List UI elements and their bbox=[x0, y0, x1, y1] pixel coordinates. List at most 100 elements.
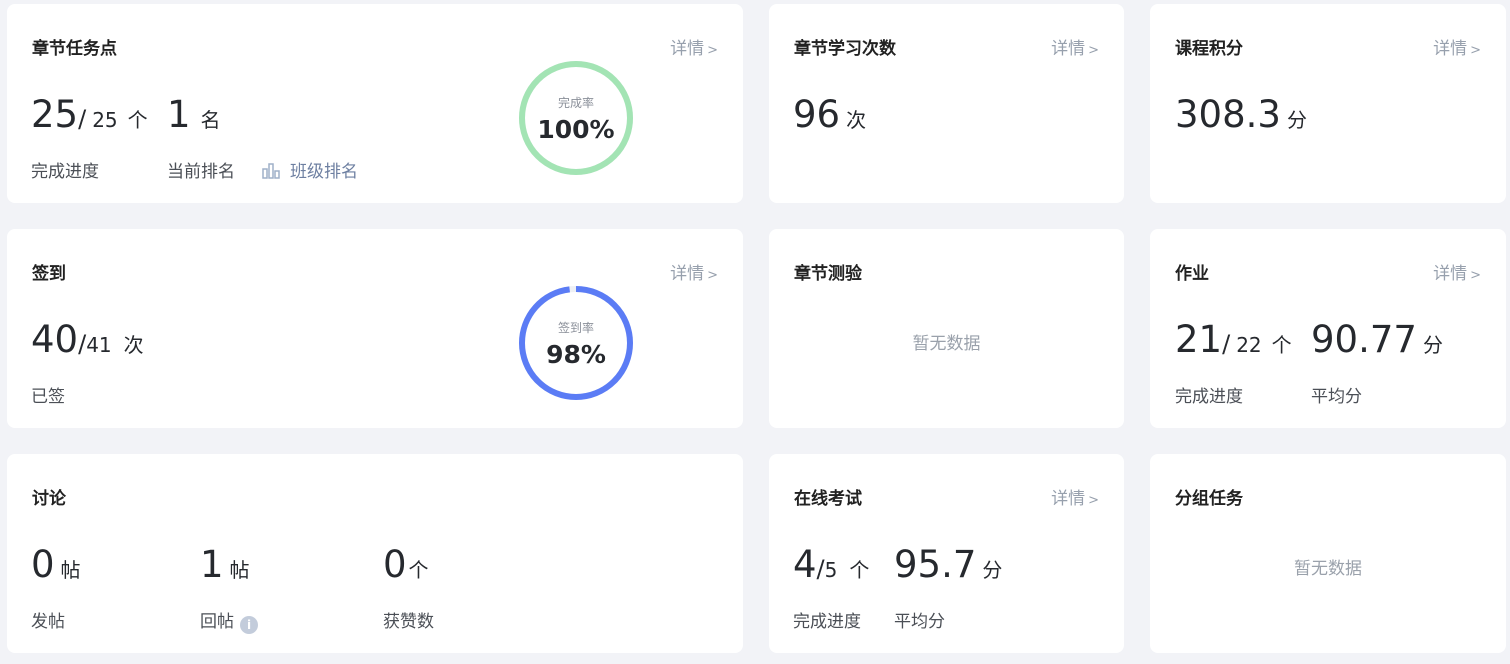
likes-label: 获赞数 bbox=[383, 612, 434, 632]
homework-progress-label: 完成进度 bbox=[1175, 387, 1243, 407]
replies-label-group: 回帖 i bbox=[200, 607, 258, 634]
points: 308.3 bbox=[1175, 93, 1281, 136]
details-link[interactable]: 详情 > bbox=[670, 259, 718, 284]
card-title: 章节任务点 bbox=[32, 39, 117, 59]
chevron-right-icon: > bbox=[1470, 268, 1481, 283]
details-label: 详情 bbox=[1433, 264, 1468, 284]
class-rank-link[interactable]: 班级排名 bbox=[262, 157, 358, 182]
exam-avg-label: 平均分 bbox=[894, 612, 945, 632]
checkin-done: 40 bbox=[31, 318, 79, 361]
posts-count: 0 bbox=[31, 543, 55, 586]
chapter-quiz-card: 章节测验 暂无数据 bbox=[769, 229, 1124, 428]
checkin-ring-label: 签到率 bbox=[558, 320, 594, 335]
details-link[interactable]: 详情 > bbox=[1051, 34, 1099, 59]
task-progress-value: 25/25 个 bbox=[31, 93, 148, 136]
fraction-slash: / bbox=[78, 105, 87, 133]
tasks-total: 25 bbox=[92, 108, 118, 132]
completion-ring-value: 100% bbox=[537, 115, 614, 144]
group-tasks-card: 分组任务 暂无数据 bbox=[1150, 454, 1506, 653]
replies-count: 1 bbox=[200, 543, 224, 586]
chapter-study-card: 章节学习次数 详情 > 96 次 bbox=[769, 4, 1124, 203]
rank-number: 1 bbox=[167, 93, 191, 136]
chevron-right-icon: > bbox=[707, 43, 718, 58]
exam-avg: 95.7 bbox=[894, 543, 977, 586]
replies-value: 1帖 bbox=[200, 543, 250, 586]
card-title: 章节学习次数 bbox=[794, 39, 896, 59]
study-count: 96 bbox=[793, 93, 841, 136]
homework-avg-unit: 分 bbox=[1422, 333, 1443, 357]
replies-label: 回帖 bbox=[200, 612, 234, 632]
homework-avg-value: 90.77 分 bbox=[1311, 318, 1443, 361]
info-icon[interactable]: i bbox=[240, 616, 258, 634]
likes-value: 0个 bbox=[383, 543, 429, 586]
homework-avg: 90.77 bbox=[1311, 318, 1417, 361]
checkin-ring-value: 98% bbox=[546, 340, 606, 369]
exam-progress-label: 完成进度 bbox=[793, 612, 861, 632]
details-link[interactable]: 详情 > bbox=[670, 34, 718, 59]
posts-label: 发帖 bbox=[31, 612, 65, 632]
homework-done: 21 bbox=[1175, 318, 1223, 361]
homework-avg-label: 平均分 bbox=[1311, 387, 1362, 407]
details-link[interactable]: 详情 > bbox=[1051, 484, 1099, 509]
exam-progress-value: 4/5 个 bbox=[793, 543, 869, 586]
card-title: 讨论 bbox=[32, 489, 66, 509]
chevron-right-icon: > bbox=[707, 268, 718, 283]
details-label: 详情 bbox=[670, 264, 705, 284]
likes-count: 0 bbox=[383, 543, 407, 586]
chevron-right-icon: > bbox=[1088, 493, 1099, 508]
points-value: 308.3 分 bbox=[1175, 93, 1307, 136]
class-rank-label: 班级排名 bbox=[290, 162, 358, 182]
checkin-value: 40/41 次 bbox=[31, 318, 144, 361]
rank-unit: 名 bbox=[200, 108, 221, 132]
card-title: 在线考试 bbox=[794, 489, 862, 509]
tasks-unit: 个 bbox=[127, 108, 148, 132]
exam-done: 4 bbox=[793, 543, 817, 586]
checkin-ring: 签到率 98% bbox=[519, 286, 633, 400]
card-title: 章节测验 bbox=[794, 264, 862, 284]
course-points-card: 课程积分 详情 > 308.3 分 bbox=[1150, 4, 1506, 203]
homework-unit: 个 bbox=[1271, 333, 1292, 357]
exam-avg-unit: 分 bbox=[982, 558, 1003, 582]
fraction-slash: / bbox=[816, 555, 825, 583]
chapter-tasks-card: 章节任务点 详情 > 25/25 个 完成进度 1名 当前排名 班级排名 完成率 1… bbox=[7, 4, 743, 203]
bar-chart-icon bbox=[262, 163, 280, 179]
card-title: 课程积分 bbox=[1175, 39, 1243, 59]
study-count-unit: 次 bbox=[846, 108, 867, 132]
details-link[interactable]: 详情 > bbox=[1433, 259, 1481, 284]
details-label: 详情 bbox=[1051, 489, 1086, 509]
details-label: 详情 bbox=[1433, 39, 1468, 59]
homework-total: 22 bbox=[1236, 333, 1262, 357]
posts-unit: 帖 bbox=[60, 558, 81, 582]
study-count-value: 96 次 bbox=[793, 93, 866, 136]
empty-state: 暂无数据 bbox=[912, 334, 981, 354]
fraction-slash: / bbox=[78, 330, 87, 358]
card-title: 作业 bbox=[1175, 264, 1209, 284]
exam-unit: 个 bbox=[849, 558, 870, 582]
exam-avg-value: 95.7 分 bbox=[894, 543, 1002, 586]
replies-unit: 帖 bbox=[229, 558, 250, 582]
exam-total: 5 bbox=[824, 558, 838, 582]
checkin-card: 签到 详情 > 40/41 次 已签 签到率 98% bbox=[7, 229, 743, 428]
details-label: 详情 bbox=[670, 39, 705, 59]
card-title: 分组任务 bbox=[1175, 489, 1243, 509]
chevron-right-icon: > bbox=[1470, 43, 1481, 58]
checkin-unit: 次 bbox=[123, 333, 144, 357]
chevron-right-icon: > bbox=[1088, 43, 1099, 58]
rank-value: 1名 bbox=[167, 93, 221, 136]
online-exam-card: 在线考试 详情 > 4/5 个 完成进度 95.7 分 平均分 bbox=[769, 454, 1124, 653]
completion-ring-label: 完成率 bbox=[558, 95, 594, 110]
homework-card: 作业 详情 > 21/22 个 完成进度 90.77 分 平均分 bbox=[1150, 229, 1506, 428]
homework-progress-value: 21/22 个 bbox=[1175, 318, 1292, 361]
checkin-label: 已签 bbox=[31, 387, 65, 407]
checkin-total: 41 bbox=[86, 333, 112, 357]
tasks-done: 25 bbox=[31, 93, 79, 136]
task-progress-label: 完成进度 bbox=[31, 162, 99, 182]
discussion-card: 讨论 0帖 发帖 1帖 回帖 i 0个 获赞数 bbox=[7, 454, 743, 653]
details-link[interactable]: 详情 > bbox=[1433, 34, 1481, 59]
empty-state: 暂无数据 bbox=[1294, 559, 1362, 579]
likes-unit: 个 bbox=[408, 558, 429, 582]
rank-label: 当前排名 bbox=[167, 162, 235, 182]
posts-value: 0帖 bbox=[31, 543, 81, 586]
fraction-slash: / bbox=[1222, 330, 1231, 358]
card-title: 签到 bbox=[32, 264, 66, 284]
